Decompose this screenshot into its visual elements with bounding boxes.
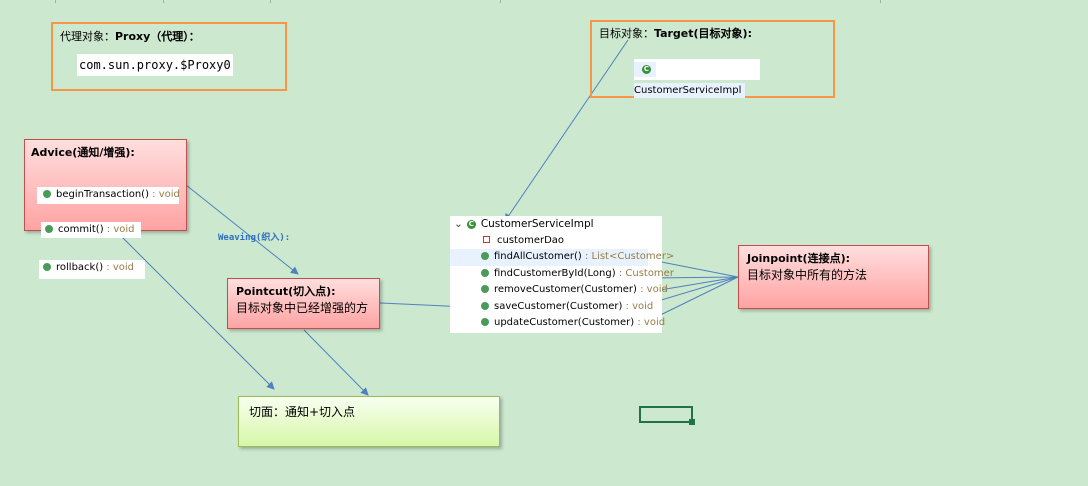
target-box[interactable]: 目标对象：Target(目标对象): C CustomerServiceImpl <box>590 20 835 98</box>
proxy-class-name: com.sun.proxy.$Proxy0 <box>77 54 233 76</box>
proxy-box[interactable]: 代理对象：Proxy（代理）： com.sun.proxy.$Proxy0 <box>51 22 287 91</box>
pointcut-title: Pointcut(切入点): <box>236 285 336 298</box>
pointcut-box[interactable]: Pointcut(切入点): 目标对象中已经增强的方 <box>227 278 380 329</box>
joinpoint-title: Joinpoint(连接点): <box>747 252 850 265</box>
selected-cell[interactable] <box>639 406 693 423</box>
method-row[interactable]: findCustomerById(Long) : Customer <box>450 266 674 283</box>
aspect-box[interactable]: 切面：通知+切入点 <box>238 396 500 447</box>
arrow-pointcut-to-aspect <box>303 329 369 396</box>
advice-title: Advice(通知/增强): <box>31 146 135 159</box>
joinpoint-desc: 目标对象中所有的方法 <box>747 268 868 282</box>
method-icon <box>481 318 489 326</box>
class-tree: ⌄ C CustomerServiceImpl customerDao findAl… <box>450 216 674 333</box>
target-class-name: CustomerServiceImpl <box>634 85 742 96</box>
advice-method: beginTransaction() : void <box>37 187 180 204</box>
method-row[interactable]: removeCustomer(Customer) : void <box>450 282 668 299</box>
target-class: C CustomerServiceImpl <box>634 59 760 98</box>
proxy-title-en: Proxy（代理）： <box>115 30 200 43</box>
static-method-icon <box>43 190 51 198</box>
target-title-en: Target(目标对象): <box>654 27 752 40</box>
field-name[interactable]: customerDao <box>497 235 564 246</box>
target-title-cn: 目标对象： <box>599 27 654 40</box>
pointcut-desc: 目标对象中已经增强的方 <box>236 301 369 315</box>
advice-box[interactable]: Advice(通知/增强): beginTransaction() : void… <box>24 139 187 279</box>
method-icon <box>481 268 489 277</box>
private-field-icon <box>483 236 490 243</box>
static-method-icon <box>43 263 51 271</box>
proxy-title-cn: 代理对象： <box>60 30 115 43</box>
method-row[interactable]: findAllCustomer() : List<Customer> <box>450 249 674 266</box>
method-icon <box>481 301 489 310</box>
fill-handle[interactable] <box>689 419 695 425</box>
static-method-icon <box>45 224 53 233</box>
weaving-label: Weaving(织入): <box>218 233 291 243</box>
advice-method: commit() : void <box>41 221 141 238</box>
method-row[interactable]: saveCustomer(Customer) : void <box>450 299 662 316</box>
class-tree-name[interactable]: CustomerServiceImpl <box>481 218 594 230</box>
chevron-down-icon[interactable]: ⌄ <box>454 218 463 230</box>
class-icon: C <box>466 219 476 229</box>
advice-method: rollback() : void <box>39 260 145 279</box>
method-icon <box>481 285 489 293</box>
joinpoint-box[interactable]: Joinpoint(连接点): 目标对象中所有的方法 <box>738 245 929 309</box>
method-row[interactable]: updateCustomer(Customer) : void <box>450 315 665 332</box>
class-icon: C <box>642 64 651 74</box>
method-icon <box>481 252 489 260</box>
aspect-text: 切面：通知+切入点 <box>249 405 356 419</box>
